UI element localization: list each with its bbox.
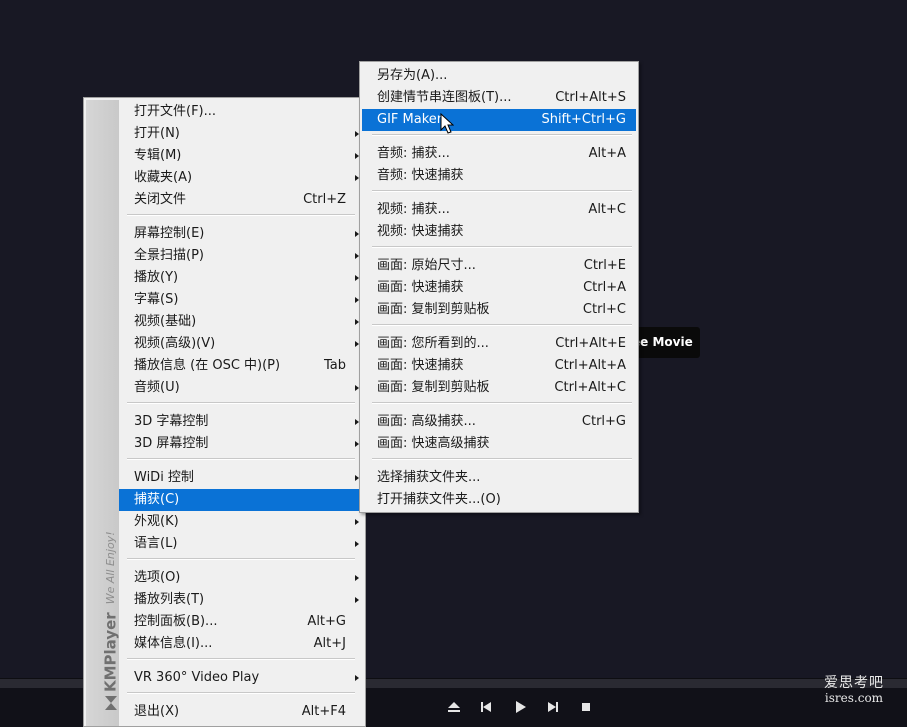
capture-item-frame-original-size[interactable]: 画面: 原始尺寸... Ctrl+E xyxy=(362,255,636,277)
capture-item-gif-maker[interactable]: GIF Maker Shift+Ctrl+G xyxy=(362,109,636,131)
submenu-arrow-icon xyxy=(355,519,359,525)
menu-item-subtitles[interactable]: 字幕(S) xyxy=(119,289,359,311)
capture-item-frame-quick-capture[interactable]: 画面: 快速捕获 Ctrl+A xyxy=(362,277,636,299)
context-menu-capture: 另存为(A)... 创建情节串连图板(T)... Ctrl+Alt+S GIF M… xyxy=(359,61,639,513)
kmplayer-logo-icon xyxy=(104,696,117,710)
menu-separator xyxy=(127,692,355,694)
capture-item-select-folder[interactable]: 选择捕获文件夹... xyxy=(362,467,636,489)
menu-item-close-file[interactable]: 关闭文件 Ctrl+Z xyxy=(119,189,357,211)
capture-item-open-folder[interactable]: 打开捕获文件夹...(O) xyxy=(362,489,636,511)
menu-item-capture[interactable]: 捕获(C) xyxy=(119,489,365,511)
mouse-cursor-icon xyxy=(440,113,454,134)
menu-item-control-panel[interactable]: 控制面板(B)... Alt+G xyxy=(119,611,357,633)
capture-item-frame-quick-capture-seen[interactable]: 画面: 快速捕获 Ctrl+Alt+A xyxy=(362,355,636,377)
menu-item-vr-360[interactable]: VR 360° Video Play xyxy=(119,667,359,689)
menu-item-3d-screen-control[interactable]: 3D 屏幕控制 xyxy=(119,433,359,455)
submenu-arrow-icon xyxy=(355,541,359,547)
capture-item-frame-advanced-capture[interactable]: 画面: 高级捕获... Ctrl+G xyxy=(362,411,636,433)
brand-vertical-text: KMPlayer We All Enjoy! xyxy=(100,531,120,710)
menu-item-media-info[interactable]: 媒体信息(I)... Alt+J xyxy=(119,633,357,655)
play-icon[interactable] xyxy=(510,696,530,718)
capture-item-storyboard[interactable]: 创建情节串连图板(T)... Ctrl+Alt+S xyxy=(362,87,636,109)
menu-item-playback[interactable]: 播放(Y) xyxy=(119,267,359,289)
submenu-arrow-icon xyxy=(355,597,359,603)
menu-separator xyxy=(372,134,632,136)
watermark-en: isres.com xyxy=(824,691,884,705)
capture-item-frame-copy-clipboard-seen[interactable]: 画面: 复制到剪贴板 Ctrl+Alt+C xyxy=(362,377,636,399)
capture-item-frame-as-seen[interactable]: 画面: 您所看到的... Ctrl+Alt+E xyxy=(362,333,636,355)
capture-item-audio-capture[interactable]: 音频: 捕获... Alt+A xyxy=(362,143,636,165)
menu-item-options[interactable]: 选项(O) xyxy=(119,567,359,589)
menu-item-playlist[interactable]: 播放列表(T) xyxy=(119,589,359,611)
capture-item-frame-quick-advanced-capture[interactable]: 画面: 快速高级捕获 xyxy=(362,433,636,455)
menu-separator xyxy=(372,246,632,248)
submenu-arrow-icon xyxy=(355,675,359,681)
menu-item-video-basic[interactable]: 视频(基础) xyxy=(119,311,359,333)
submenu-arrow-icon xyxy=(355,575,359,581)
capture-item-save-as[interactable]: 另存为(A)... xyxy=(362,65,636,87)
menu-item-widi-control[interactable]: WiDi 控制 xyxy=(119,467,359,489)
menu-item-appearance[interactable]: 外观(K) xyxy=(119,511,359,533)
context-menu-main: 打开文件(F)... 打开(N) 专辑(M) 收藏夹(A) 关闭文件 Ctrl+Z… xyxy=(83,97,366,727)
menu-separator xyxy=(372,458,632,460)
menu-separator xyxy=(127,402,355,404)
stop-icon[interactable] xyxy=(576,696,596,718)
brand-name: KMPlayer xyxy=(101,612,120,692)
capture-item-video-quick-capture[interactable]: 视频: 快速捕获 xyxy=(362,221,636,243)
next-icon[interactable] xyxy=(543,696,563,718)
menu-item-3d-subtitle-control[interactable]: 3D 字幕控制 xyxy=(119,411,359,433)
menu-separator xyxy=(127,558,355,560)
watermark-cn: 爱思考吧 xyxy=(824,675,884,691)
menu-item-screen-control[interactable]: 屏幕控制(E) xyxy=(119,223,359,245)
menu-separator xyxy=(372,190,632,192)
menu-item-open[interactable]: 打开(N) xyxy=(119,123,359,145)
previous-icon[interactable] xyxy=(476,696,496,718)
menu-item-pan-scan[interactable]: 全景扫描(P) xyxy=(119,245,359,267)
menu-separator xyxy=(127,658,355,660)
menu-item-exit[interactable]: 退出(X) Alt+F4 xyxy=(119,701,357,723)
menu-separator xyxy=(372,324,632,326)
menu-item-favorites[interactable]: 收藏夹(A) xyxy=(119,167,359,189)
watermark: 爱思考吧 isres.com xyxy=(822,676,886,706)
brand-tagline: We All Enjoy! xyxy=(103,531,117,605)
menu-item-video-advanced[interactable]: 视频(高级)(V) xyxy=(119,333,359,355)
menu-separator xyxy=(127,214,355,216)
menu-item-album[interactable]: 专辑(M) xyxy=(119,145,359,167)
menu-item-language[interactable]: 语言(L) xyxy=(119,533,359,555)
capture-item-audio-quick-capture[interactable]: 音频: 快速捕获 xyxy=(362,165,636,187)
menu-item-playback-info[interactable]: 播放信息 (在 OSC 中)(P) Tab xyxy=(119,355,357,377)
eject-icon[interactable] xyxy=(444,696,464,718)
capture-item-video-capture[interactable]: 视频: 捕获... Alt+C xyxy=(362,199,636,221)
menu-item-audio[interactable]: 音频(U) xyxy=(119,377,359,399)
capture-item-frame-copy-clipboard[interactable]: 画面: 复制到剪贴板 Ctrl+C xyxy=(362,299,636,321)
menu-separator xyxy=(127,458,355,460)
menu-separator xyxy=(372,402,632,404)
menu-item-open-file[interactable]: 打开文件(F)... xyxy=(119,101,357,123)
